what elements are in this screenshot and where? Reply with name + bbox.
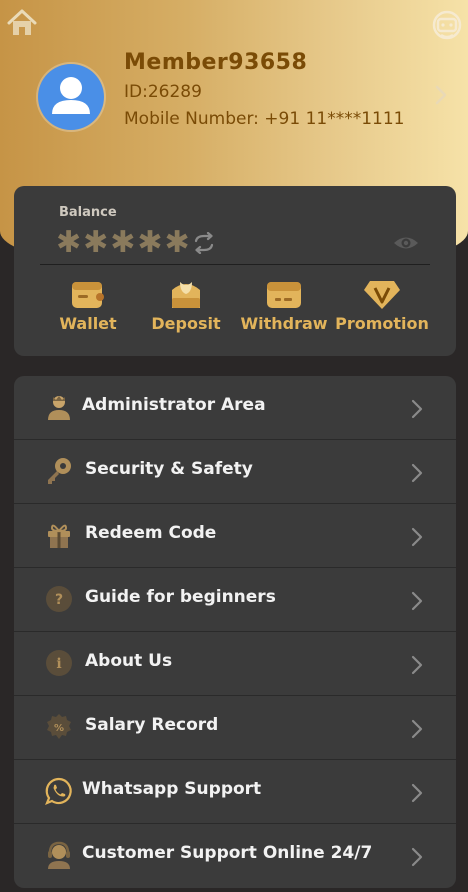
menu-label: Administrator Area [82,395,266,415]
question-icon: ? [46,586,72,612]
svg-text:i: i [56,656,61,672]
eye-icon[interactable] [392,232,420,254]
key-icon [48,458,71,484]
promotion-button[interactable]: Promotion [334,278,430,338]
info-icon: i [46,650,72,676]
menu-item-guide-for-beginners[interactable]: ? Guide for beginners [14,568,456,632]
menu-label: Redeem Code [85,523,217,543]
menu-item-security-safety[interactable]: Security & Safety [14,440,456,504]
deposit-icon [172,282,200,308]
deposit-button[interactable]: Deposit [138,278,234,338]
user-avatar-icon [52,77,90,114]
menu-item-about-us[interactable]: i About Us [14,632,456,696]
menu-label: Customer Support Online 24/7 [82,843,373,863]
balance-masked-value: ✱✱✱✱✱ [56,225,192,260]
chevron-right-icon [411,527,423,547]
menu-label: Guide for beginners [85,587,276,607]
wallet-button[interactable]: Wallet [40,278,136,338]
balance-label: Balance [59,205,117,220]
menu-item-redeem-code[interactable]: Redeem Code [14,504,456,568]
menu-item-salary-record[interactable]: % Salary Record [14,696,456,760]
menu-label: Security & Safety [85,459,253,479]
balance-card: Balance ✱✱✱✱✱ Wallet Deposit Withdraw Pr… [14,186,456,356]
svg-text:%: % [54,723,64,734]
chevron-right-icon [411,847,423,867]
menu-label: Salary Record [85,715,219,735]
percent-badge-icon: % [47,714,71,739]
chevron-right-icon [411,463,423,483]
admin-icon [48,396,70,420]
chevron-right-icon [411,719,423,739]
username: Member93658 [124,50,308,75]
whatsapp-icon [45,777,72,805]
withdraw-icon [267,282,301,308]
menu-label: About Us [85,651,173,671]
settings-menu: Administrator Area Security & Safety Red… [14,376,456,888]
menu-item-whatsapp-support[interactable]: Whatsapp Support [14,760,456,824]
customer-support-icon[interactable] [430,8,464,42]
withdraw-button[interactable]: Withdraw [236,278,332,338]
chevron-right-icon [411,399,423,419]
refresh-icon[interactable] [192,232,216,254]
withdraw-label: Withdraw [240,314,328,333]
chevron-right-icon [411,591,423,611]
member-id: ID:26289 [124,82,202,102]
svg-text:?: ? [55,592,63,608]
chevron-right-icon [411,655,423,675]
headset-icon [48,841,70,869]
avatar[interactable] [38,64,104,130]
promotion-label: Promotion [335,314,429,333]
divider [40,264,430,265]
wallet-icon [72,282,104,308]
wallet-label: Wallet [59,314,117,333]
mobile-number: Mobile Number: +91 11****1111 [124,109,405,129]
chevron-right-icon [411,783,423,803]
menu-item-administrator-area[interactable]: Administrator Area [14,376,456,440]
home-icon[interactable] [6,8,38,38]
deposit-label: Deposit [151,314,221,333]
promotion-icon [364,281,400,309]
gift-icon [48,524,70,548]
chevron-right-icon[interactable] [432,84,450,106]
menu-label: Whatsapp Support [82,779,262,799]
menu-item-customer-support[interactable]: Customer Support Online 24/7 [14,824,456,888]
